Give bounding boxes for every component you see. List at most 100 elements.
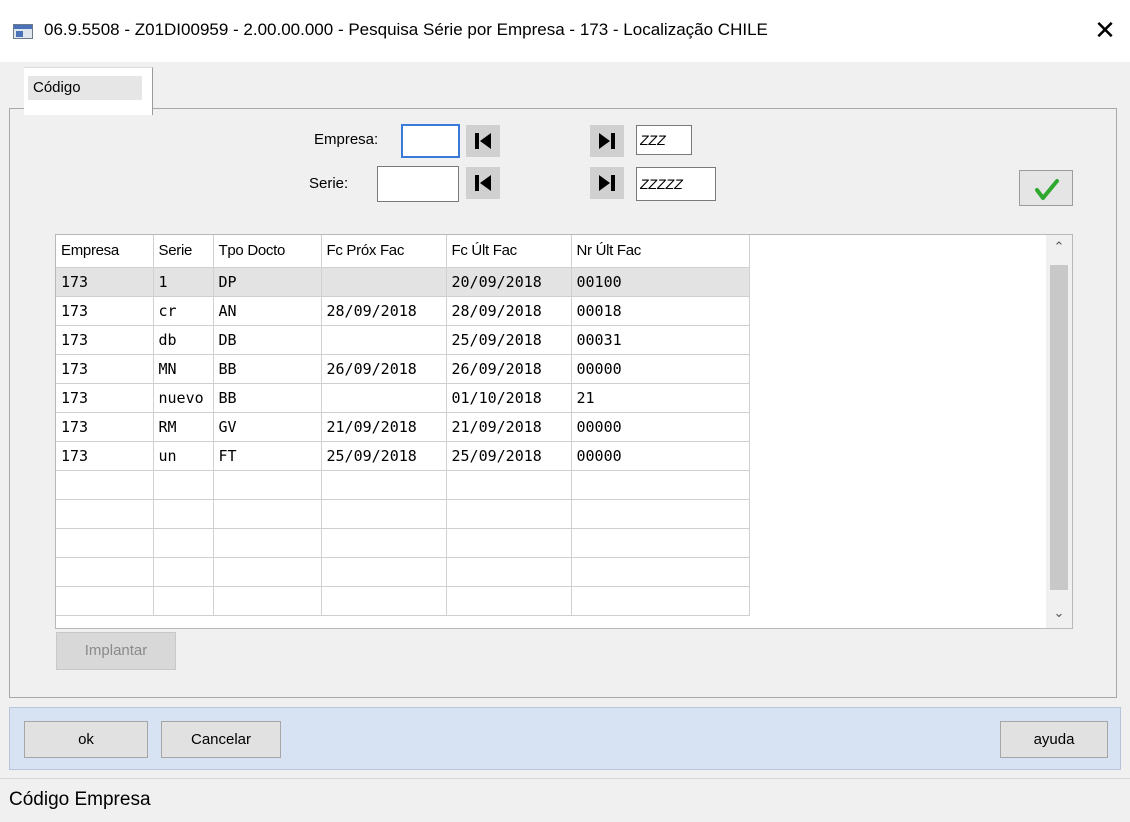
table-cell: [56, 470, 154, 500]
ok-button[interactable]: ok: [24, 721, 148, 758]
empresa-label: Empresa:: [314, 131, 379, 148]
empty-row[interactable]: [56, 586, 750, 616]
table-cell: [321, 325, 447, 355]
column-header[interactable]: Fc Últ Fac: [446, 235, 572, 268]
table-cell: DB: [213, 325, 322, 355]
scroll-up-icon[interactable]: ⌃: [1046, 235, 1072, 261]
table-cell: [571, 499, 750, 529]
column-header[interactable]: Nr Últ Fac: [571, 235, 750, 268]
empty-row[interactable]: [56, 470, 750, 500]
table-row[interactable]: 173 nuevo BB 01/10/2018 21: [56, 383, 750, 413]
table-row[interactable]: 173 MN BB 26/09/2018 26/09/2018 00000: [56, 354, 750, 384]
table-row[interactable]: 173 RM GV 21/09/2018 21/09/2018 00000: [56, 412, 750, 442]
table-cell: 00000: [571, 354, 750, 384]
table-cell: 00018: [571, 296, 750, 326]
tab-codigo-label: Código: [28, 76, 142, 100]
table-row[interactable]: 173 db DB 25/09/2018 00031: [56, 325, 750, 355]
cancel-button[interactable]: Cancelar: [161, 721, 281, 758]
column-header[interactable]: Tpo Docto: [213, 235, 322, 268]
table-cell: [213, 557, 322, 587]
title-bar: 06.9.5508 - Z01DI00959 - 2.00.00.000 - P…: [0, 0, 1130, 62]
empty-row[interactable]: [56, 528, 750, 558]
table-cell: [321, 499, 447, 529]
empresa-last-button[interactable]: [590, 125, 624, 157]
serie-label: Serie:: [309, 175, 349, 192]
empresa-from-input[interactable]: [401, 124, 460, 158]
serie-last-button[interactable]: [590, 167, 624, 199]
table-cell: 173: [56, 354, 154, 384]
help-button[interactable]: ayuda: [1000, 721, 1108, 758]
table-cell: [153, 528, 214, 558]
confirm-button[interactable]: [1019, 170, 1073, 206]
table-cell: [213, 470, 322, 500]
table-cell: 25/09/2018: [446, 325, 572, 355]
table-cell: [571, 557, 750, 587]
table-cell: 21/09/2018: [321, 412, 447, 442]
close-button[interactable]: ✕: [1087, 14, 1123, 48]
table-cell: [56, 586, 154, 616]
table-cell: 1: [153, 267, 214, 297]
table-row[interactable]: 173 1 DP 20/09/2018 00100: [56, 267, 750, 297]
table-cell: 26/09/2018: [446, 354, 572, 384]
table-cell: 173: [56, 441, 154, 471]
table-cell: [153, 586, 214, 616]
empresa-to-input[interactable]: [636, 125, 692, 155]
column-header[interactable]: Empresa: [56, 235, 154, 268]
column-header[interactable]: Fc Próx Fac: [321, 235, 447, 268]
table-row[interactable]: 173 un FT 25/09/2018 25/09/2018 00000: [56, 441, 750, 471]
table-cell: 28/09/2018: [446, 296, 572, 326]
app-icon: [13, 24, 33, 39]
table-cell: [56, 557, 154, 587]
table-row[interactable]: 173 cr AN 28/09/2018 28/09/2018 00018: [56, 296, 750, 326]
table-cell: 00100: [571, 267, 750, 297]
table-cell: 173: [56, 325, 154, 355]
table-cell: 00000: [571, 412, 750, 442]
table-cell: [153, 557, 214, 587]
table-cell: [153, 470, 214, 500]
scroll-down-icon[interactable]: ⌄: [1046, 601, 1072, 627]
table-cell: [321, 383, 447, 413]
table-cell: 00000: [571, 441, 750, 471]
table-cell: BB: [213, 354, 322, 384]
table-cell: [56, 499, 154, 529]
table-cell: 25/09/2018: [321, 441, 447, 471]
table-cell: GV: [213, 412, 322, 442]
tab-codigo[interactable]: Código: [24, 67, 153, 115]
serie-from-input[interactable]: [377, 166, 459, 202]
table-cell: [153, 499, 214, 529]
table-cell: 00031: [571, 325, 750, 355]
grid-vertical-scrollbar[interactable]: ⌃ ⌄: [1046, 235, 1072, 628]
column-header[interactable]: Serie: [153, 235, 214, 268]
grid-header-row: Empresa Serie Tpo Docto Fc Próx Fac Fc Últ F…: [56, 235, 750, 268]
table-cell: 21/09/2018: [446, 412, 572, 442]
table-cell: 173: [56, 412, 154, 442]
table-cell: 28/09/2018: [321, 296, 447, 326]
close-icon: ✕: [1094, 16, 1116, 46]
serie-to-input[interactable]: [636, 167, 716, 201]
results-grid[interactable]: Empresa Serie Tpo Docto Fc Próx Fac Fc Últ F…: [55, 234, 1073, 629]
table-cell: [321, 557, 447, 587]
status-bar: Código Empresa: [0, 778, 1130, 822]
table-cell: db: [153, 325, 214, 355]
bottom-button-bar: ok Cancelar ayuda: [9, 707, 1121, 770]
table-cell: [213, 499, 322, 529]
first-record-icon: [475, 133, 491, 149]
table-cell: [321, 586, 447, 616]
table-cell: [213, 586, 322, 616]
table-cell: 173: [56, 383, 154, 413]
table-cell: [321, 470, 447, 500]
table-cell: cr: [153, 296, 214, 326]
status-text: Código Empresa: [9, 789, 151, 810]
table-cell: [446, 586, 572, 616]
table-cell: 21: [571, 383, 750, 413]
table-cell: [446, 557, 572, 587]
empresa-first-button[interactable]: [466, 125, 500, 157]
table-cell: RM: [153, 412, 214, 442]
last-record-icon: [599, 133, 615, 149]
serie-first-button[interactable]: [466, 167, 500, 199]
table-cell: 01/10/2018: [446, 383, 572, 413]
empty-row[interactable]: [56, 557, 750, 587]
empty-row[interactable]: [56, 499, 750, 529]
scroll-thumb[interactable]: [1050, 265, 1068, 590]
results-table: Empresa Serie Tpo Docto Fc Próx Fac Fc Últ F…: [56, 235, 750, 616]
